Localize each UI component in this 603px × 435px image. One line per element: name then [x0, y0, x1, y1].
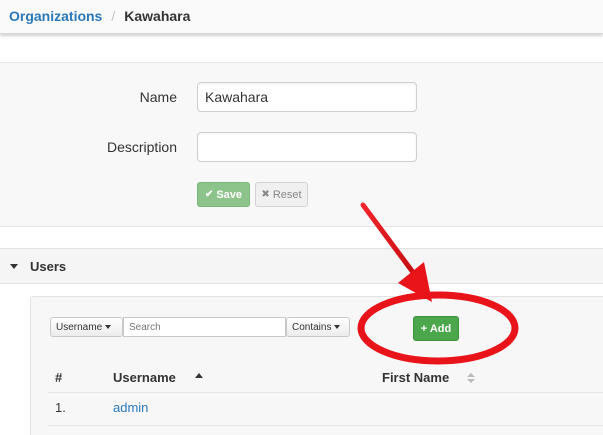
description-label: Description [106, 139, 177, 155]
name-label: Name [139, 89, 177, 105]
check-icon: ✔ [204, 189, 214, 200]
caret-down-icon[interactable] [10, 264, 18, 269]
table-divider [48, 392, 603, 393]
column-header-number: # [55, 370, 63, 385]
x-icon: ✖ [261, 189, 270, 200]
sort-ascending-icon[interactable] [195, 373, 203, 378]
organization-form: Name Description ✔ Save ✖ Reset [0, 62, 603, 227]
column-header-first-name[interactable]: First Name [382, 370, 449, 385]
breadcrumb-separator: / [111, 8, 116, 24]
breadcrumb: Organizations / Kawahara [9, 8, 190, 24]
chevron-down-icon [105, 325, 112, 329]
search-input[interactable] [123, 317, 286, 337]
column-header-username[interactable]: Username [113, 370, 176, 385]
description-field[interactable] [197, 132, 417, 162]
table-divider [48, 425, 603, 426]
breadcrumb-organizations-link[interactable]: Organizations [9, 8, 102, 24]
sort-icon[interactable] [467, 373, 475, 385]
users-section-title: Users [30, 259, 67, 274]
reset-button-label: Reset [272, 188, 302, 201]
add-user-button[interactable]: + Add [413, 316, 459, 341]
reset-button[interactable]: ✖ Reset [255, 182, 308, 207]
name-field[interactable] [197, 82, 417, 112]
chevron-down-icon [334, 325, 341, 329]
save-button[interactable]: ✔ Save [197, 182, 250, 207]
filter-field-dropdown[interactable]: Username [50, 317, 123, 337]
breadcrumb-current: Kawahara [124, 8, 191, 24]
top-bar: Organizations / Kawahara [0, 0, 603, 34]
save-button-label: Save [216, 188, 243, 201]
users-section-header[interactable]: Users [0, 248, 603, 284]
filter-field-label: Username [56, 321, 103, 333]
table-row-number: 1. [55, 400, 66, 415]
match-mode-dropdown[interactable]: Contains [286, 317, 350, 337]
table-row-username-link[interactable]: admin [113, 400, 148, 415]
match-mode-label: Contains [292, 321, 332, 333]
